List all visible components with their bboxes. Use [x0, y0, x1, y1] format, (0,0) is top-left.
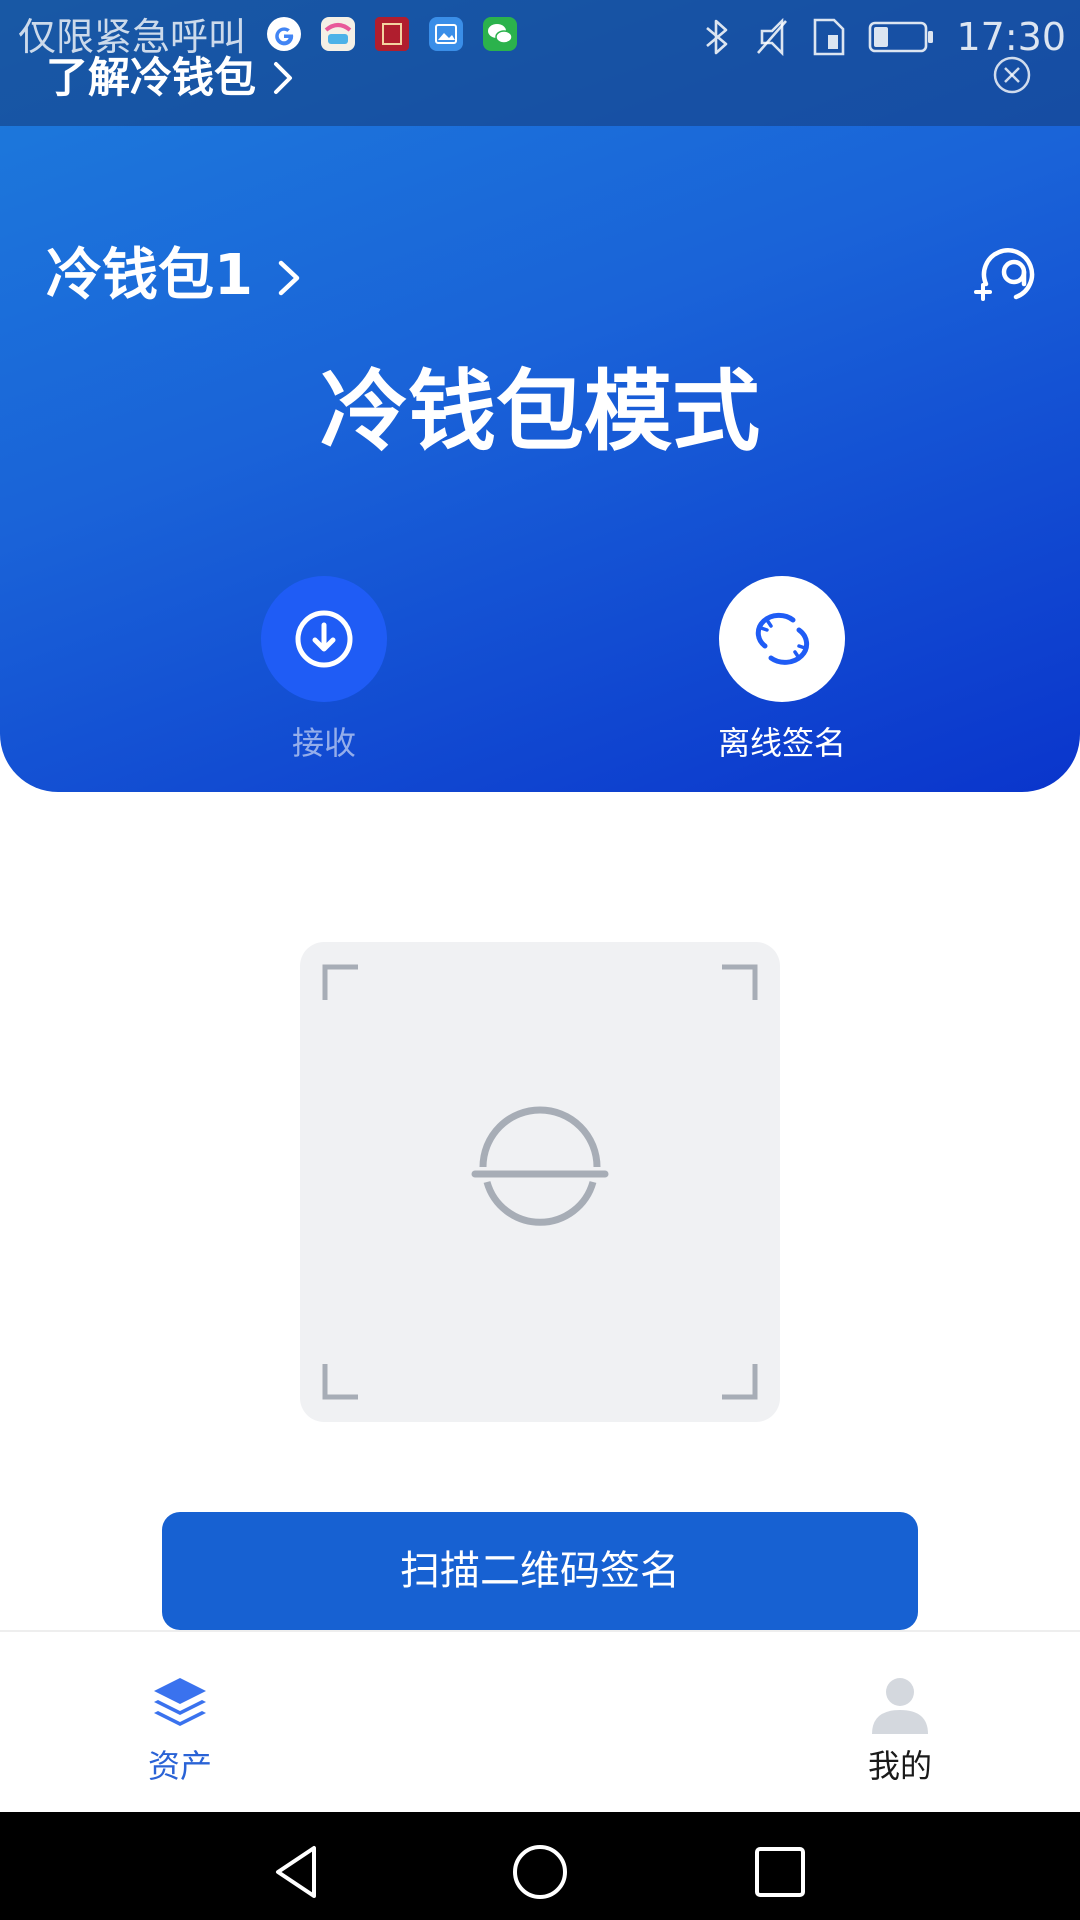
gallery-app-icon — [321, 17, 355, 51]
scan-qr-sign-button[interactable]: 扫描二维码签名 — [162, 1512, 918, 1630]
customer-service-icon[interactable] — [972, 240, 1038, 306]
receive-circle[interactable] — [261, 576, 387, 702]
bottom-tab-bar: 资产 我的 — [0, 1630, 1080, 1812]
screen: 了解冷钱包 仅限紧急呼叫 17:30 冷钱包1 冷钱包模式 接收 离线签名 扫描… — [0, 0, 1080, 1920]
battery-icon — [869, 21, 934, 53]
offline-sign-button[interactable]: 离线签名 — [682, 576, 882, 766]
scan-icon — [471, 1106, 609, 1226]
clock: 17:30 — [956, 15, 1066, 59]
sim-card-icon — [814, 18, 845, 56]
scan-frame-graphic — [322, 964, 758, 1400]
layers-icon — [154, 1678, 206, 1726]
offline-sign-circle[interactable] — [719, 576, 845, 702]
person-icon — [872, 1678, 928, 1734]
wallet-header: 了解冷钱包 仅限紧急呼叫 17:30 冷钱包1 冷钱包模式 接收 离线签名 — [0, 0, 1080, 792]
red-app-icon — [375, 17, 409, 51]
status-bar: 仅限紧急呼叫 17:30 — [0, 0, 1080, 76]
vibrate-off-icon — [757, 17, 788, 57]
google-icon — [267, 17, 301, 51]
qr-scan-area[interactable] — [300, 942, 780, 1422]
system-nav-bar — [0, 1812, 1080, 1920]
wechat-icon — [483, 17, 517, 51]
recents-icon[interactable] — [750, 1842, 810, 1902]
receive-button[interactable]: 接收 — [224, 576, 424, 766]
download-icon — [295, 610, 353, 668]
wallet-name[interactable]: 冷钱包1 — [46, 240, 253, 312]
tab-assets-label: 资产 — [147, 1747, 212, 1785]
back-icon[interactable] — [270, 1842, 330, 1902]
home-icon[interactable] — [510, 1842, 570, 1902]
page-title: 冷钱包模式 — [319, 360, 760, 463]
photos-icon — [429, 17, 463, 51]
notification-icons — [266, 16, 518, 52]
carrier-text: 仅限紧急呼叫 — [18, 15, 247, 59]
chevron-right-icon[interactable] — [276, 258, 302, 298]
tab-assets[interactable]: 资产 — [90, 1672, 270, 1788]
offline-sign-label: 离线签名 — [717, 724, 846, 762]
tab-mine-label: 我的 — [867, 1747, 932, 1785]
offline-sign-icon — [755, 612, 810, 665]
tab-mine[interactable]: 我的 — [810, 1672, 990, 1788]
bluetooth-icon — [706, 19, 728, 55]
receive-label: 接收 — [291, 724, 356, 762]
system-status-icons: 17:30 — [702, 10, 1066, 64]
